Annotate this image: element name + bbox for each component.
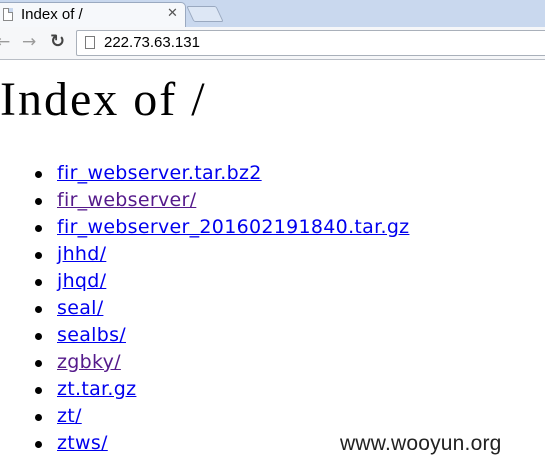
directory-link[interactable]: sealbs/ [57, 324, 126, 346]
directory-link[interactable]: seal/ [57, 297, 103, 319]
bullet-icon [35, 387, 42, 394]
bullet-icon [35, 279, 42, 286]
directory-link[interactable]: fir_webserver_201602191840.tar.gz [57, 216, 409, 238]
bullet-icon [35, 225, 42, 232]
watermark: www.wooyun.org [340, 432, 502, 455]
close-tab-icon[interactable]: ✕ [167, 6, 178, 21]
directory-link[interactable]: ztws/ [57, 432, 108, 454]
page-favicon-icon [3, 8, 13, 21]
bullet-icon [35, 441, 42, 448]
directory-link[interactable]: fir_webserver/ [57, 189, 196, 211]
list-item: fir_webserver/ [0, 187, 409, 214]
new-tab-button[interactable] [186, 6, 224, 22]
back-arrow-icon[interactable]: ← [0, 32, 10, 52]
browser-tab[interactable]: Index of / ✕ [0, 2, 186, 27]
list-item: seal/ [0, 295, 409, 322]
browser-toolbar: ← → ↻ 222.73.63.131 [0, 27, 545, 60]
page-heading: Index of / [0, 73, 207, 126]
tab-strip: Index of / ✕ [0, 0, 545, 27]
address-bar-url[interactable]: 222.73.63.131 [104, 34, 200, 51]
bullet-icon [35, 171, 42, 178]
directory-link[interactable]: jhhd/ [57, 243, 106, 265]
bullet-icon [35, 333, 42, 340]
list-item: jhqd/ [0, 268, 409, 295]
bullet-icon [35, 252, 42, 259]
tab-title: Index of / [21, 6, 83, 23]
directory-link[interactable]: fir_webserver.tar.bz2 [57, 162, 262, 184]
forward-arrow-icon[interactable]: → [22, 32, 36, 52]
directory-link[interactable]: jhqd/ [57, 270, 106, 292]
directory-link[interactable]: zt.tar.gz [57, 378, 136, 400]
list-item: zt.tar.gz [0, 376, 409, 403]
bullet-icon [35, 306, 42, 313]
directory-link[interactable]: zgbky/ [57, 351, 121, 373]
reload-icon[interactable]: ↻ [50, 32, 65, 52]
page-document-icon [85, 36, 95, 49]
list-item: jhhd/ [0, 241, 409, 268]
directory-link[interactable]: zt/ [57, 405, 82, 427]
bullet-icon [35, 360, 42, 367]
list-item: zgbky/ [0, 349, 409, 376]
bullet-icon [35, 198, 42, 205]
list-item: fir_webserver.tar.bz2 [0, 160, 409, 187]
bullet-icon [35, 414, 42, 421]
address-bar[interactable]: 222.73.63.131 [76, 30, 545, 56]
list-item: zt/ [0, 403, 409, 430]
list-item: fir_webserver_201602191840.tar.gz [0, 214, 409, 241]
list-item: sealbs/ [0, 322, 409, 349]
directory-listing: fir_webserver.tar.bz2 fir_webserver/fir_w… [0, 160, 409, 457]
